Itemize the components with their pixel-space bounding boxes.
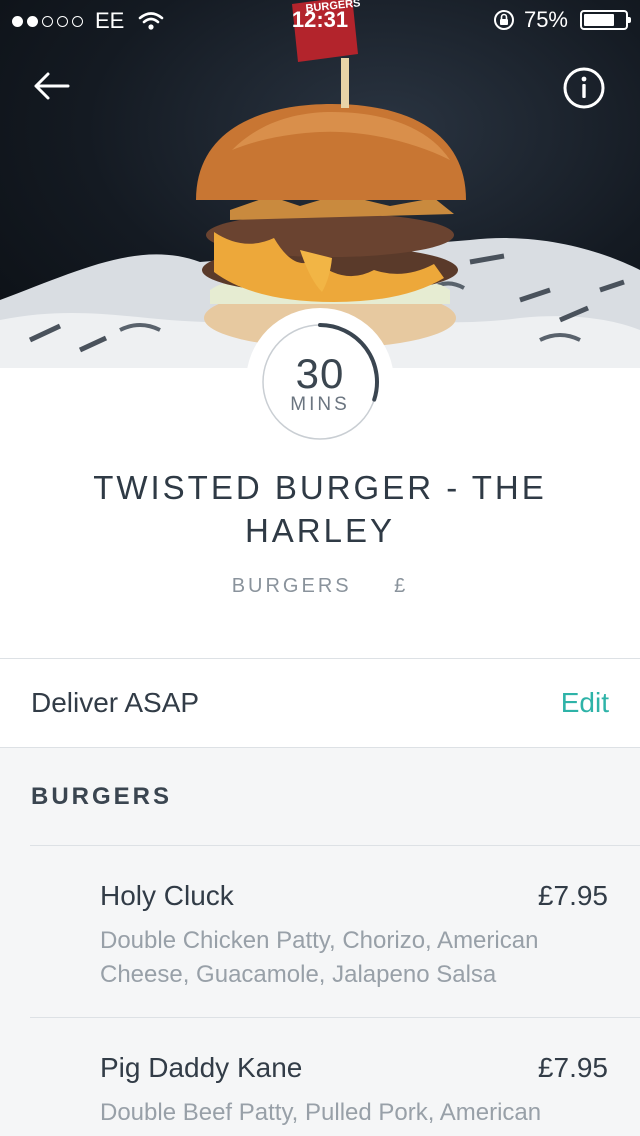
info-button[interactable] [562, 66, 606, 110]
menu-item[interactable]: Holy Cluck £7.95 Double Chicken Patty, C… [0, 846, 640, 1018]
menu-item-description: Double Beef Patty, Pulled Pork, American [100, 1099, 542, 1126]
price-level: £ [394, 575, 409, 597]
status-bar: EE 12:31 75% [0, 0, 640, 40]
menu-section-title: BURGERS [31, 783, 173, 810]
restaurant-meta: BURGERS £ [0, 575, 640, 598]
info-circle-icon [563, 67, 605, 109]
delivery-label: Deliver ASAP [31, 687, 200, 718]
rotation-lock-icon [493, 10, 514, 30]
cuisine-label: BURGERS [231, 575, 352, 597]
battery-fill [584, 14, 614, 26]
menu-item[interactable]: Pig Daddy Kane £7.95 Double Beef Patty, … [0, 1018, 640, 1136]
delivery-time-row: Deliver ASAP Edit [0, 658, 640, 748]
eta-unit: MINS [290, 394, 350, 415]
menu-item-price: £7.95 [537, 1052, 608, 1083]
menu-item-name: Pig Daddy Kane [100, 1052, 303, 1083]
menu-item-name: Holy Cluck [100, 880, 234, 911]
menu-item-description: Double Chicken Patty, Chorizo, American … [100, 927, 539, 988]
restaurant-name: TWISTED BURGER - THE HARLEY [93, 469, 547, 549]
battery-percent: 75% [523, 7, 568, 32]
back-button[interactable] [30, 64, 74, 108]
arrow-left-icon [34, 72, 70, 100]
battery-icon [580, 10, 631, 30]
menu-item-price: £7.95 [537, 880, 608, 911]
edit-delivery-button[interactable]: Edit [561, 687, 609, 719]
eta-value: 30 [295, 350, 345, 397]
eta-badge: 30 MINS [246, 308, 394, 456]
